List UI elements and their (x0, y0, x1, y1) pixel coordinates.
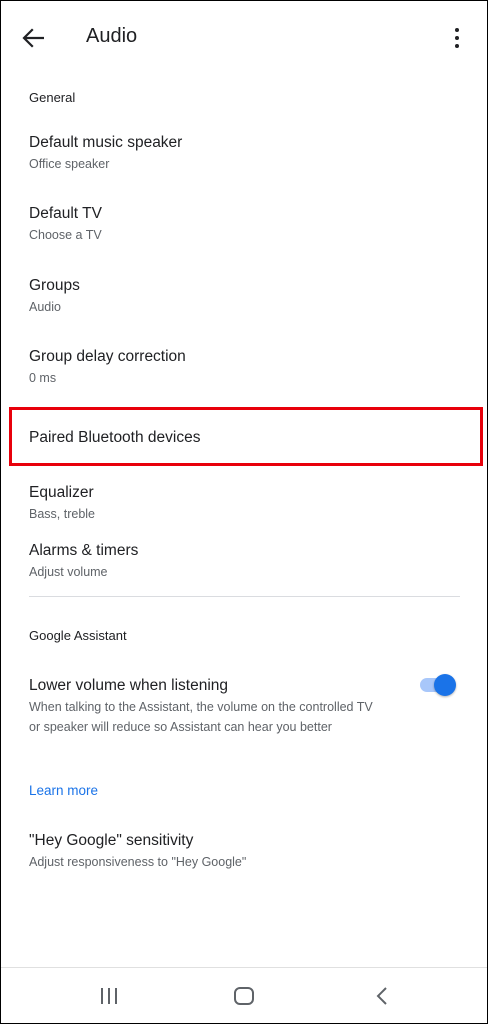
lower-volume-toggle[interactable] (418, 674, 458, 696)
lower-volume-item[interactable]: Lower volume when listening When talking… (29, 677, 379, 737)
system-nav-bar (1, 967, 487, 1023)
groups-item[interactable]: Groups Audio (29, 277, 80, 314)
item-title: Lower volume when listening (29, 677, 229, 694)
item-title: Default music speaker (29, 134, 183, 151)
item-subtitle: Office speaker (29, 157, 110, 171)
item-subtitle: Adjust volume (29, 565, 108, 579)
equalizer-item[interactable]: Equalizer Bass, treble (29, 484, 95, 521)
arrow-back-icon[interactable] (18, 24, 48, 52)
item-title: "Hey Google" sensitivity (29, 832, 194, 849)
group-delay-correction-item[interactable]: Group delay correction 0 ms (29, 348, 186, 385)
item-subtitle: Adjust responsiveness to "Hey Google" (29, 855, 247, 869)
home-icon[interactable] (231, 982, 257, 1010)
toggle-thumb (434, 674, 456, 696)
item-title: Groups (29, 277, 80, 294)
item-subtitle: Audio (29, 300, 61, 314)
default-tv-item[interactable]: Default TV Choose a TV (29, 205, 102, 242)
section-title-google-assistant: Google Assistant (29, 628, 127, 643)
item-description: When talking to the Assistant, the volum… (29, 700, 373, 734)
default-music-speaker-item[interactable]: Default music speaker Office speaker (29, 134, 182, 171)
item-subtitle: Bass, treble (29, 507, 96, 521)
learn-more-link[interactable]: Learn more (29, 783, 98, 798)
page-title: Audio (86, 25, 138, 47)
more-vert-icon[interactable] (446, 24, 468, 52)
section-divider (29, 596, 460, 597)
item-title: Equalizer (29, 484, 94, 501)
paired-bluetooth-devices-item[interactable]: Paired Bluetooth devices (29, 429, 200, 447)
item-title: Paired Bluetooth devices (29, 429, 201, 446)
nav-back-icon[interactable] (371, 982, 393, 1010)
item-subtitle: Choose a TV (29, 228, 102, 242)
item-title: Alarms & timers (29, 542, 139, 559)
section-title-general: General (29, 90, 76, 105)
item-subtitle: 0 ms (29, 371, 57, 385)
hey-google-sensitivity-item[interactable]: "Hey Google" sensitivity Adjust responsi… (29, 832, 246, 869)
item-title: Group delay correction (29, 348, 186, 365)
item-title: Default TV (29, 205, 102, 222)
recents-icon[interactable] (97, 982, 121, 1010)
alarms-timers-item[interactable]: Alarms & timers Adjust volume (29, 542, 138, 579)
